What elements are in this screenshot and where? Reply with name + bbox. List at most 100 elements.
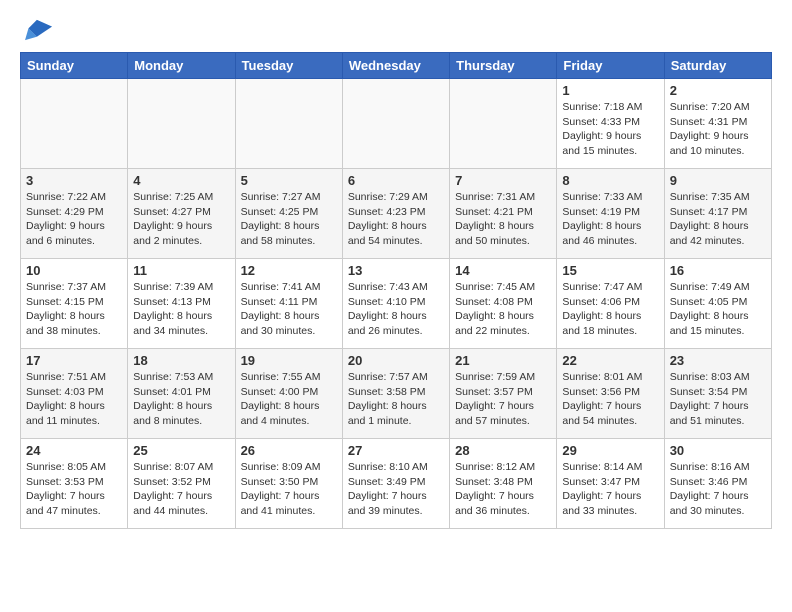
- day-number: 12: [241, 263, 337, 278]
- calendar-cell: [21, 79, 128, 169]
- day-number: 15: [562, 263, 658, 278]
- calendar-cell: 21 Sunrise: 7:59 AM Sunset: 3:57 PM Dayli…: [450, 349, 557, 439]
- calendar-cell: 24Sunrise: 8:05 AM Sunset: 3:53 PM Dayli…: [21, 439, 128, 529]
- day-info: Sunrise: 7:35 AM Sunset: 4:17 PM Dayligh…: [670, 190, 766, 249]
- calendar-cell: 9 Sunrise: 7:35 AM Sunset: 4:17 PM Daylig…: [664, 169, 771, 259]
- calendar-cell: [235, 79, 342, 169]
- day-number: 2: [670, 83, 766, 98]
- day-number: 13: [348, 263, 444, 278]
- calendar-cell: 14 Sunrise: 7:45 AM Sunset: 4:08 PM Dayli…: [450, 259, 557, 349]
- weekday-header-wednesday: Wednesday: [342, 53, 449, 79]
- day-info: Sunrise: 8:05 AM Sunset: 3:53 PM Dayligh…: [26, 460, 122, 519]
- calendar-cell: 3 Sunrise: 7:22 AM Sunset: 4:29 PM Daylig…: [21, 169, 128, 259]
- day-number: 11: [133, 263, 229, 278]
- calendar-cell: 8 Sunrise: 7:33 AM Sunset: 4:19 PM Daylig…: [557, 169, 664, 259]
- calendar-cell: 18Sunrise: 7:53 AM Sunset: 4:01 PM Dayli…: [128, 349, 235, 439]
- day-number: 28: [455, 443, 551, 458]
- calendar-cell: 4 Sunrise: 7:25 AM Sunset: 4:27 PM Daylig…: [128, 169, 235, 259]
- day-number: 27: [348, 443, 444, 458]
- day-info: Sunrise: 8:03 AM Sunset: 3:54 PM Dayligh…: [670, 370, 766, 429]
- calendar-cell: 28 Sunrise: 8:12 AM Sunset: 3:48 PM Dayli…: [450, 439, 557, 529]
- day-number: 6: [348, 173, 444, 188]
- calendar-cell: 27 Sunrise: 8:10 AM Sunset: 3:49 PM Dayli…: [342, 439, 449, 529]
- day-info: Sunrise: 7:22 AM Sunset: 4:29 PM Dayligh…: [26, 190, 122, 249]
- day-info: Sunrise: 7:55 AM Sunset: 4:00 PM Dayligh…: [241, 370, 337, 429]
- calendar-cell: 15 Sunrise: 7:47 AM Sunset: 4:06 PM Dayli…: [557, 259, 664, 349]
- day-number: 9: [670, 173, 766, 188]
- day-number: 26: [241, 443, 337, 458]
- weekday-header-friday: Friday: [557, 53, 664, 79]
- day-info: Sunrise: 7:20 AM Sunset: 4:31 PM Dayligh…: [670, 100, 766, 159]
- day-info: Sunrise: 7:37 AM Sunset: 4:15 PM Dayligh…: [26, 280, 122, 339]
- calendar-cell: [128, 79, 235, 169]
- day-info: Sunrise: 7:31 AM Sunset: 4:21 PM Dayligh…: [455, 190, 551, 249]
- day-info: Sunrise: 7:43 AM Sunset: 4:10 PM Dayligh…: [348, 280, 444, 339]
- weekday-header-saturday: Saturday: [664, 53, 771, 79]
- calendar-cell: 12 Sunrise: 7:41 AM Sunset: 4:11 PM Dayli…: [235, 259, 342, 349]
- day-number: 8: [562, 173, 658, 188]
- calendar-cell: 10 Sunrise: 7:37 AM Sunset: 4:15 PM Dayli…: [21, 259, 128, 349]
- day-number: 22: [562, 353, 658, 368]
- calendar-cell: 2 Sunrise: 7:20 AM Sunset: 4:31 PM Daylig…: [664, 79, 771, 169]
- day-number: 30: [670, 443, 766, 458]
- weekday-header-thursday: Thursday: [450, 53, 557, 79]
- logo: [20, 16, 54, 44]
- calendar-cell: 13 Sunrise: 7:43 AM Sunset: 4:10 PM Dayli…: [342, 259, 449, 349]
- day-info: Sunrise: 7:47 AM Sunset: 4:06 PM Dayligh…: [562, 280, 658, 339]
- calendar-cell: 19 Sunrise: 7:55 AM Sunset: 4:00 PM Dayli…: [235, 349, 342, 439]
- day-info: Sunrise: 8:01 AM Sunset: 3:56 PM Dayligh…: [562, 370, 658, 429]
- calendar-cell: 16 Sunrise: 7:49 AM Sunset: 4:05 PM Dayli…: [664, 259, 771, 349]
- calendar-cell: 20Sunrise: 7:57 AM Sunset: 3:58 PM Dayli…: [342, 349, 449, 439]
- calendar-cell: 30 Sunrise: 8:16 AM Sunset: 3:46 PM Dayli…: [664, 439, 771, 529]
- day-info: Sunrise: 7:49 AM Sunset: 4:05 PM Dayligh…: [670, 280, 766, 339]
- day-info: Sunrise: 7:39 AM Sunset: 4:13 PM Dayligh…: [133, 280, 229, 339]
- calendar-cell: 6 Sunrise: 7:29 AM Sunset: 4:23 PM Daylig…: [342, 169, 449, 259]
- calendar-cell: [342, 79, 449, 169]
- calendar-cell: 23 Sunrise: 8:03 AM Sunset: 3:54 PM Dayli…: [664, 349, 771, 439]
- day-number: 14: [455, 263, 551, 278]
- day-number: 10: [26, 263, 122, 278]
- day-info: Sunrise: 8:12 AM Sunset: 3:48 PM Dayligh…: [455, 460, 551, 519]
- day-number: 4: [133, 173, 229, 188]
- calendar-cell: 29 Sunrise: 8:14 AM Sunset: 3:47 PM Dayli…: [557, 439, 664, 529]
- calendar-cell: 5 Sunrise: 7:27 AM Sunset: 4:25 PM Daylig…: [235, 169, 342, 259]
- day-number: 1: [562, 83, 658, 98]
- day-number: 7: [455, 173, 551, 188]
- day-info: Sunrise: 7:29 AM Sunset: 4:23 PM Dayligh…: [348, 190, 444, 249]
- day-info: Sunrise: 7:25 AM Sunset: 4:27 PM Dayligh…: [133, 190, 229, 249]
- day-number: 21: [455, 353, 551, 368]
- calendar-cell: 17 Sunrise: 7:51 AM Sunset: 4:03 PM Dayli…: [21, 349, 128, 439]
- day-info: Sunrise: 8:10 AM Sunset: 3:49 PM Dayligh…: [348, 460, 444, 519]
- day-number: 29: [562, 443, 658, 458]
- day-info: Sunrise: 8:09 AM Sunset: 3:50 PM Dayligh…: [241, 460, 337, 519]
- weekday-header-sunday: Sunday: [21, 53, 128, 79]
- day-number: 3: [26, 173, 122, 188]
- day-info: Sunrise: 8:16 AM Sunset: 3:46 PM Dayligh…: [670, 460, 766, 519]
- day-number: 16: [670, 263, 766, 278]
- day-info: Sunrise: 7:18 AM Sunset: 4:33 PM Dayligh…: [562, 100, 658, 159]
- day-number: 19: [241, 353, 337, 368]
- calendar-cell: 11 Sunrise: 7:39 AM Sunset: 4:13 PM Dayli…: [128, 259, 235, 349]
- day-info: Sunrise: 8:14 AM Sunset: 3:47 PM Dayligh…: [562, 460, 658, 519]
- day-info: Sunrise: 7:51 AM Sunset: 4:03 PM Dayligh…: [26, 370, 122, 429]
- calendar-cell: 7 Sunrise: 7:31 AM Sunset: 4:21 PM Daylig…: [450, 169, 557, 259]
- day-info: Sunrise: 7:59 AM Sunset: 3:57 PM Dayligh…: [455, 370, 551, 429]
- calendar-cell: 22 Sunrise: 8:01 AM Sunset: 3:56 PM Dayli…: [557, 349, 664, 439]
- calendar: SundayMondayTuesdayWednesdayThursdayFrid…: [20, 52, 772, 529]
- calendar-cell: 26 Sunrise: 8:09 AM Sunset: 3:50 PM Dayli…: [235, 439, 342, 529]
- day-info: Sunrise: 7:45 AM Sunset: 4:08 PM Dayligh…: [455, 280, 551, 339]
- day-number: 17: [26, 353, 122, 368]
- calendar-cell: [450, 79, 557, 169]
- day-info: Sunrise: 7:27 AM Sunset: 4:25 PM Dayligh…: [241, 190, 337, 249]
- day-info: Sunrise: 7:53 AM Sunset: 4:01 PM Dayligh…: [133, 370, 229, 429]
- day-number: 23: [670, 353, 766, 368]
- day-info: Sunrise: 8:07 AM Sunset: 3:52 PM Dayligh…: [133, 460, 229, 519]
- day-info: Sunrise: 7:41 AM Sunset: 4:11 PM Dayligh…: [241, 280, 337, 339]
- day-number: 25: [133, 443, 229, 458]
- calendar-cell: 1 Sunrise: 7:18 AM Sunset: 4:33 PM Daylig…: [557, 79, 664, 169]
- calendar-cell: 25 Sunrise: 8:07 AM Sunset: 3:52 PM Dayli…: [128, 439, 235, 529]
- day-number: 5: [241, 173, 337, 188]
- weekday-header-monday: Monday: [128, 53, 235, 79]
- day-info: Sunrise: 7:33 AM Sunset: 4:19 PM Dayligh…: [562, 190, 658, 249]
- day-number: 20: [348, 353, 444, 368]
